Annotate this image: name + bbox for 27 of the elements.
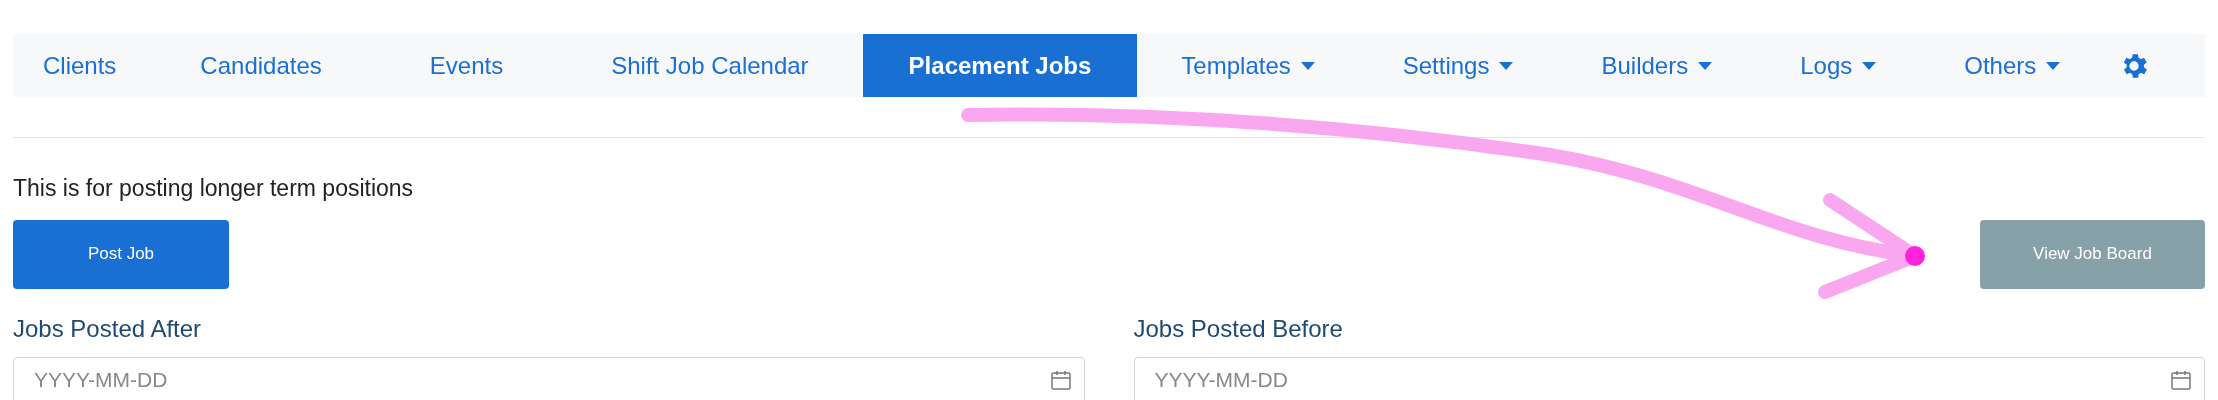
nav-tab[interactable]: Events [375, 34, 558, 97]
tab-label: Builders [1601, 50, 1689, 81]
nav-tab[interactable]: Placement Jobs [862, 34, 1138, 97]
nav-dropdown[interactable]: Logs [1756, 34, 1921, 97]
date-field[interactable]: YYYY-MM-DD [1133, 356, 2205, 400]
caret-icon [2046, 61, 2061, 70]
nav-tab[interactable]: Candidates [146, 34, 376, 97]
caret-icon [1698, 61, 1713, 70]
tab-label: Templates [1181, 50, 1291, 81]
post-job-button[interactable]: Post Job [13, 219, 229, 289]
nav-tab[interactable]: Clients [13, 34, 147, 97]
caret-icon [1862, 61, 1877, 70]
filter-label: Jobs Posted Before [1133, 313, 1344, 344]
date-field[interactable]: YYYY-MM-DD [13, 356, 1085, 400]
view-job-board-button[interactable]: View Job Board [1980, 219, 2205, 289]
nav-dropdown[interactable]: Templates [1137, 34, 1359, 97]
tab-label: Logs [1800, 50, 1853, 81]
tab-label: Others [1964, 50, 2037, 81]
caret-icon [1300, 61, 1315, 70]
nav-dropdown[interactable]: Settings [1358, 34, 1558, 97]
intro-text: This is for posting longer term positions [13, 174, 415, 203]
filter-label: Jobs Posted After [13, 313, 203, 344]
nav-tab[interactable]: Shift Job Calendar [557, 34, 863, 97]
tab-label: Settings [1402, 50, 1490, 81]
caret-icon [1499, 61, 1514, 70]
nav-dropdown[interactable]: Others [1920, 34, 2105, 97]
nav-dropdown[interactable]: Builders [1557, 34, 1757, 97]
